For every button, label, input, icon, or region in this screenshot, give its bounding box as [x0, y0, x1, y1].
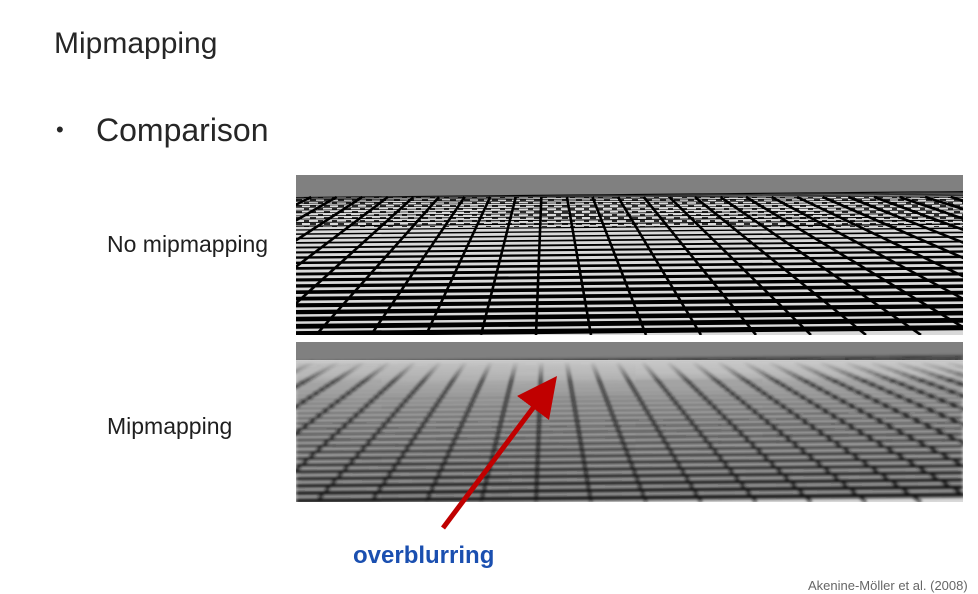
overblurring-label: overblurring [353, 542, 495, 569]
slide-title: Mipmapping [54, 27, 218, 60]
label-no-mipmapping: No mipmapping [107, 231, 269, 257]
label-mipmapping: Mipmapping [107, 413, 233, 439]
no-mipmapping-render [296, 175, 963, 335]
mipmapping-render [296, 342, 963, 502]
bullet-point-icon: • [56, 117, 64, 142]
bullet-text: Comparison [96, 112, 269, 148]
bullet-item: • Comparison [56, 110, 269, 150]
